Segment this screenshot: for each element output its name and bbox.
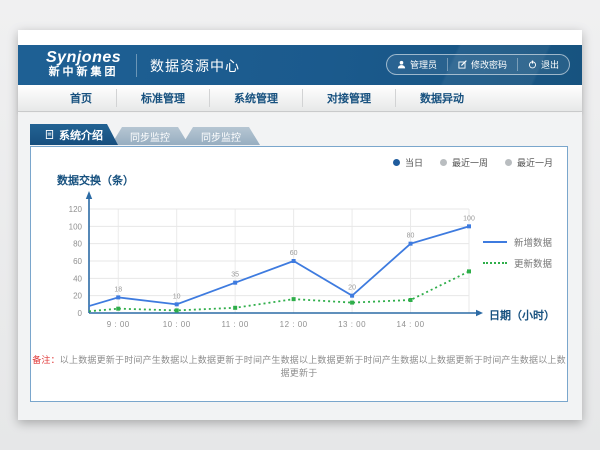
tab-label: 同步监控 — [201, 129, 241, 144]
document-icon — [45, 129, 54, 140]
series-marker — [292, 259, 296, 263]
series-marker — [467, 269, 471, 273]
user-icon — [397, 60, 406, 69]
user-menu-label: 退出 — [541, 58, 559, 71]
user-menu-item-logout[interactable]: 退出 — [517, 58, 569, 71]
x-tick-label: 12 : 00 — [280, 320, 308, 329]
series-marker — [116, 307, 120, 311]
legend-label: 新增数据 — [514, 235, 552, 249]
app-window: Synjones 新中新集团 数据资源中心 管理员修改密码退出 首页标准管理系统… — [18, 30, 582, 420]
app-title: 数据资源中心 — [150, 56, 240, 76]
series-marker — [233, 281, 237, 285]
x-tick-label: 14 : 00 — [397, 320, 425, 329]
x-tick-label: 11 : 00 — [221, 320, 248, 329]
app-header: Synjones 新中新集团 数据资源中心 管理员 修改密码 退出 — [18, 45, 582, 85]
content-area: 系统介绍同步监控同步监控 当日最近一周最近一月 数据交换（条） 02040608… — [18, 113, 582, 420]
y-tick-label: 80 — [73, 240, 82, 249]
series-marker — [350, 294, 354, 298]
axis-y-arrow-icon — [86, 191, 92, 199]
point-label: 18 — [114, 286, 122, 293]
legend-label: 更新数据 — [514, 256, 552, 270]
point-label: 80 — [407, 233, 415, 240]
user-menu: 管理员 修改密码 退出 — [386, 54, 570, 75]
user-menu-label: 管理员 — [410, 58, 437, 71]
tab-1[interactable]: 同步监控 — [111, 127, 189, 145]
series-marker — [175, 302, 179, 306]
x-axis-title: 日期（小时） — [489, 307, 555, 323]
nav-item-2[interactable]: 系统管理 — [209, 89, 302, 107]
nav-item-0[interactable]: 首页 — [46, 89, 116, 107]
series-marker — [409, 242, 413, 246]
chart-panel: 当日最近一周最近一月 数据交换（条） 0204060801001209 : 00… — [30, 146, 568, 402]
series-line-1 — [89, 271, 469, 311]
series-marker — [467, 224, 471, 228]
point-label: 100 — [463, 215, 475, 222]
series-marker — [233, 306, 237, 310]
company-logo: Synjones 新中新集团 — [46, 49, 121, 79]
main-nav: 首页标准管理系统管理对接管理数据异动 — [18, 85, 582, 112]
y-tick-label: 40 — [73, 274, 82, 283]
user-menu-item-admin[interactable]: 管理员 — [387, 58, 447, 71]
series-marker — [350, 301, 354, 305]
logo-text: Synjones — [46, 49, 121, 66]
y-tick-label: 100 — [69, 222, 83, 231]
legend-swatch — [483, 241, 507, 243]
page-background: Synjones 新中新集团 数据资源中心 管理员修改密码退出 首页标准管理系统… — [0, 0, 600, 450]
y-tick-label: 120 — [69, 205, 83, 214]
edit-icon — [458, 60, 467, 69]
series-legend: 新增数据更新数据 — [483, 231, 552, 273]
logout-icon — [528, 60, 537, 69]
footnote: 备注：以上数据更新于时间产生数据以上数据更新于时间产生数据以上数据更新于时间产生… — [31, 353, 567, 379]
y-tick-label: 0 — [78, 309, 83, 318]
legend-item-0[interactable]: 新增数据 — [483, 231, 552, 252]
series-marker — [409, 298, 413, 302]
series-marker — [175, 308, 179, 312]
x-tick-label: 10 : 00 — [163, 320, 191, 329]
y-tick-label: 20 — [73, 292, 82, 301]
tab-0[interactable]: 系统介绍 — [30, 124, 118, 145]
tab-2[interactable]: 同步监控 — [182, 127, 260, 145]
tab-label: 系统介绍 — [59, 127, 103, 143]
point-label: 35 — [231, 272, 239, 279]
nav-item-3[interactable]: 对接管理 — [302, 89, 395, 107]
nav-item-4[interactable]: 数据异动 — [395, 89, 488, 107]
series-marker — [292, 297, 296, 301]
point-label: 60 — [290, 250, 298, 257]
x-tick-label: 13 : 00 — [338, 320, 366, 329]
y-tick-label: 60 — [73, 257, 82, 266]
x-tick-label: 9 : 00 — [107, 320, 130, 329]
point-label: 20 — [348, 285, 356, 292]
logo-subtext: 新中新集团 — [49, 66, 119, 79]
point-label: 10 — [173, 293, 181, 300]
axis-x-arrow-icon — [476, 310, 483, 316]
footnote-text: 以上数据更新于时间产生数据以上数据更新于时间产生数据以上数据更新于时间产生数据以… — [60, 355, 566, 378]
series-marker — [116, 295, 120, 299]
header-divider — [136, 54, 137, 77]
footnote-label: 备注： — [32, 355, 60, 365]
tab-bar: 系统介绍 同步监控 同步监控 — [30, 124, 260, 145]
tab-label: 同步监控 — [130, 129, 170, 144]
user-menu-label: 修改密码 — [471, 58, 507, 71]
nav-item-1[interactable]: 标准管理 — [116, 89, 209, 107]
legend-item-1[interactable]: 更新数据 — [483, 252, 552, 273]
user-menu-item-change-password[interactable]: 修改密码 — [447, 58, 517, 71]
legend-swatch — [483, 262, 507, 264]
